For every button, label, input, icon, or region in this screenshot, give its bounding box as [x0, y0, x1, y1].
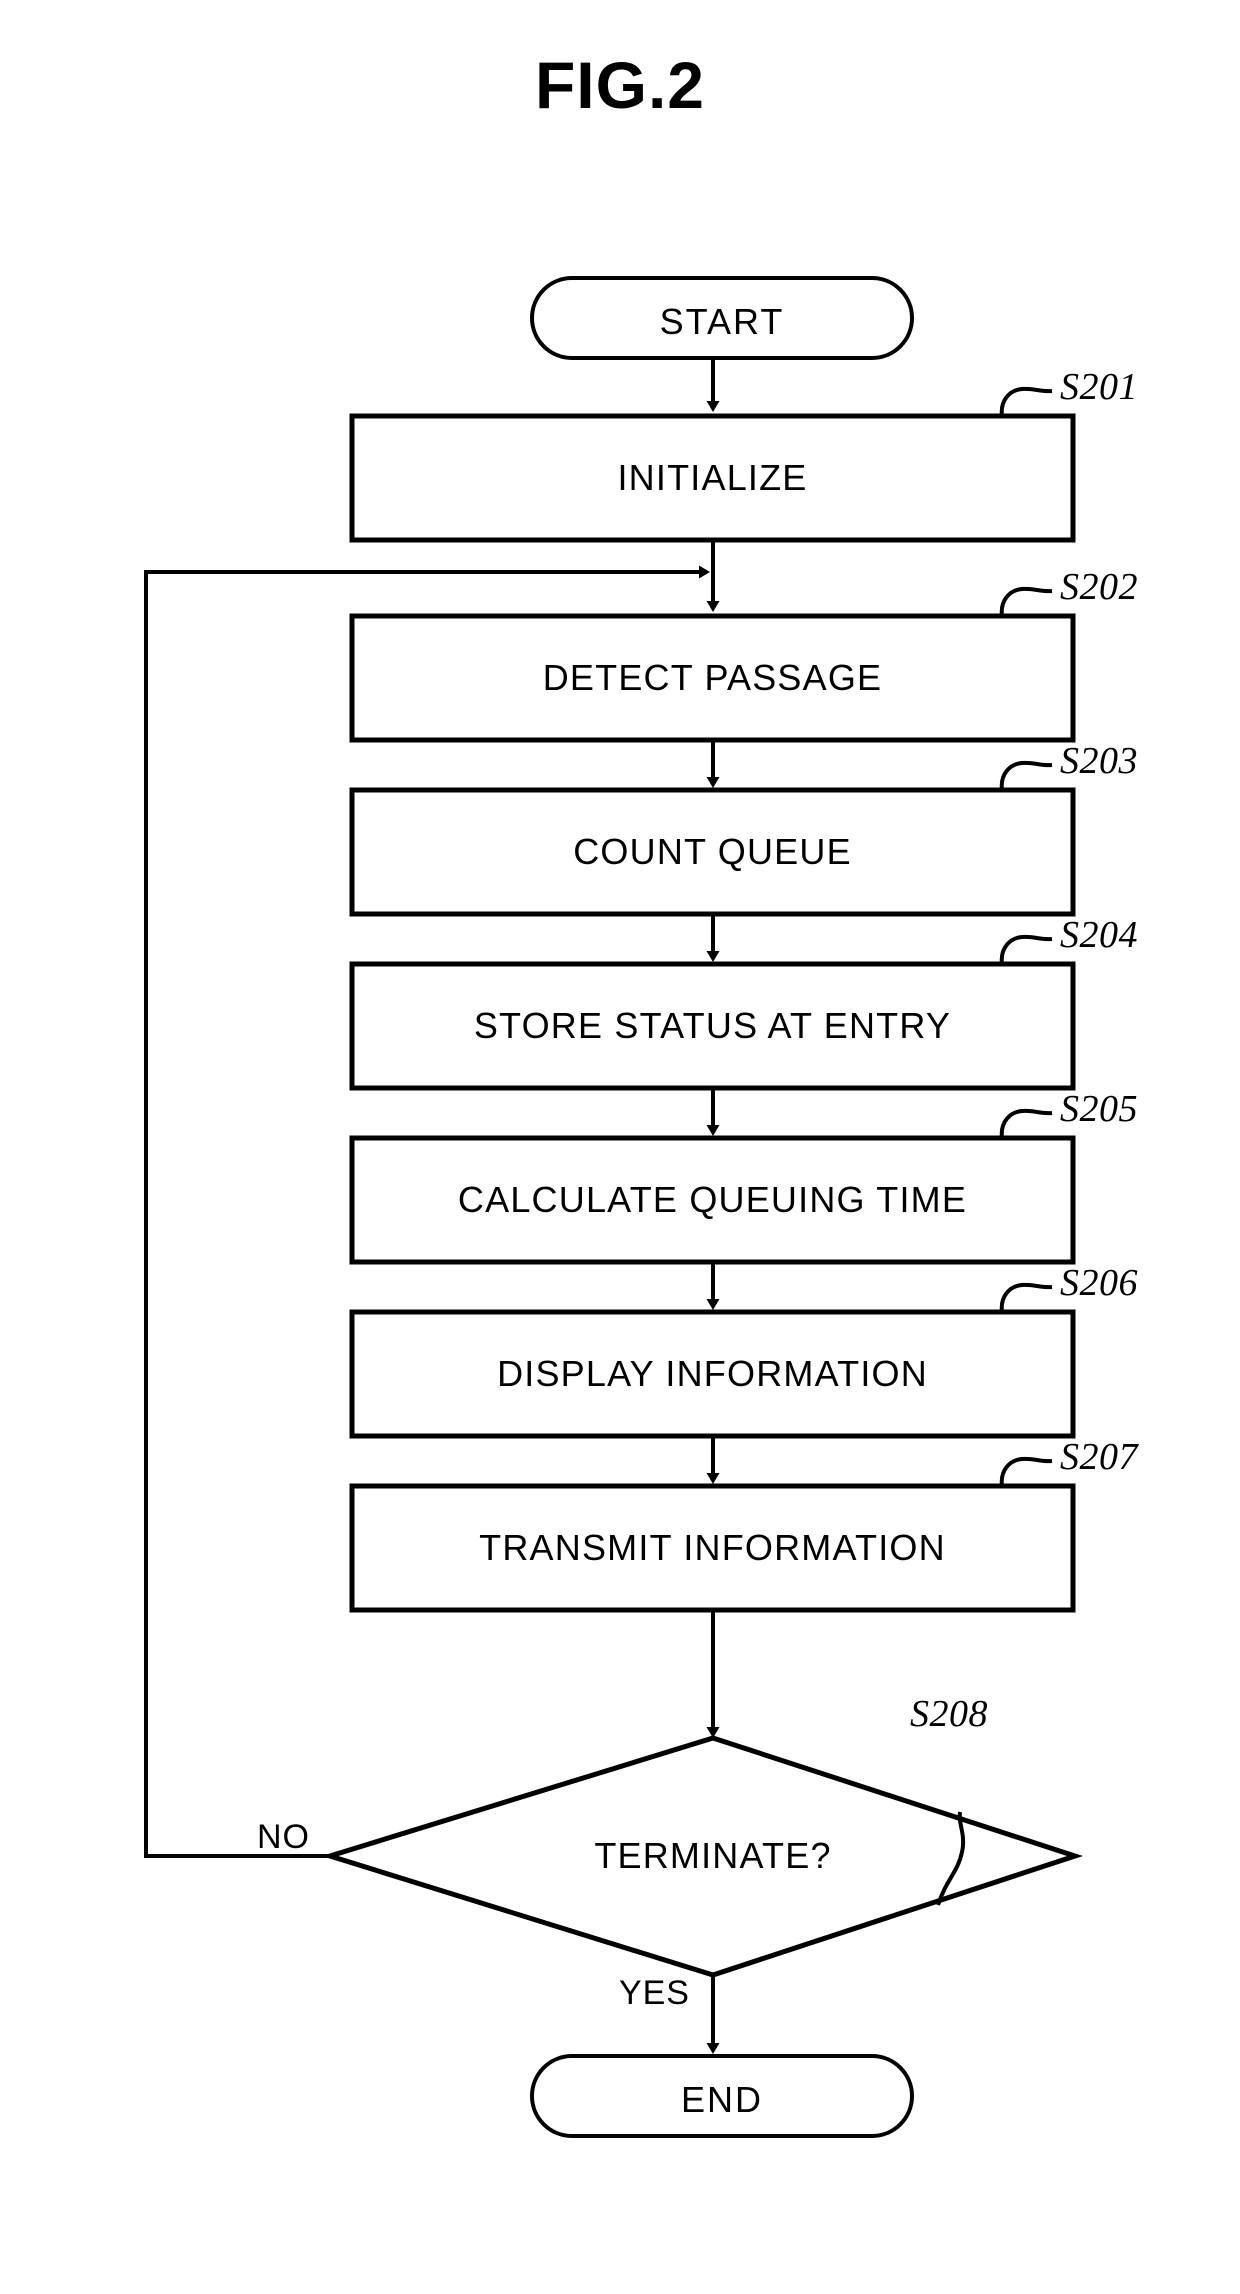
- s201-step-reference: S201: [1060, 366, 1138, 408]
- s201-box-label: INITIALIZE: [617, 457, 808, 498]
- s205-step-reference: S205: [1060, 1088, 1138, 1130]
- branch-label-no: NO: [257, 1818, 310, 1856]
- s208-step-reference: S208: [910, 1693, 988, 1735]
- s207-leader-line: [999, 1456, 1053, 1487]
- s205-leader-line: [999, 1108, 1053, 1139]
- s203-leader-line: [999, 760, 1053, 791]
- s201-leader-line: [999, 386, 1053, 417]
- s204-step-reference: S204: [1060, 914, 1138, 956]
- branch-label-yes: YES: [618, 1974, 690, 2012]
- end-node-label: END: [680, 2079, 763, 2120]
- s202-leader-line: [999, 586, 1053, 617]
- s204-leader-line: [999, 934, 1053, 965]
- figure-root: FIG.2 START INITIALIZE S201 DETECT PASSA…: [0, 0, 1240, 2294]
- start-node-label: START: [659, 301, 785, 342]
- s202-box-label: DETECT PASSAGE: [542, 657, 883, 698]
- s202-step-reference: S202: [1060, 566, 1138, 608]
- s206-step-reference: S206: [1060, 1262, 1138, 1304]
- s207-box-label: TRANSMIT INFORMATION: [479, 1527, 946, 1568]
- s206-leader-line: [999, 1282, 1053, 1313]
- s208-diamond-label: TERMINATE?: [594, 1835, 832, 1876]
- s205-box-label: CALCULATE QUEUING TIME: [457, 1179, 968, 1220]
- s203-step-reference: S203: [1060, 740, 1138, 782]
- s203-box-label: COUNT QUEUE: [573, 831, 852, 872]
- s207-step-reference: S207: [1060, 1436, 1138, 1478]
- flowchart-canvas: [144, 276, 1084, 2138]
- s206-box-label: DISPLAY INFORMATION: [497, 1353, 928, 1394]
- s204-box-label: STORE STATUS AT ENTRY: [473, 1005, 952, 1046]
